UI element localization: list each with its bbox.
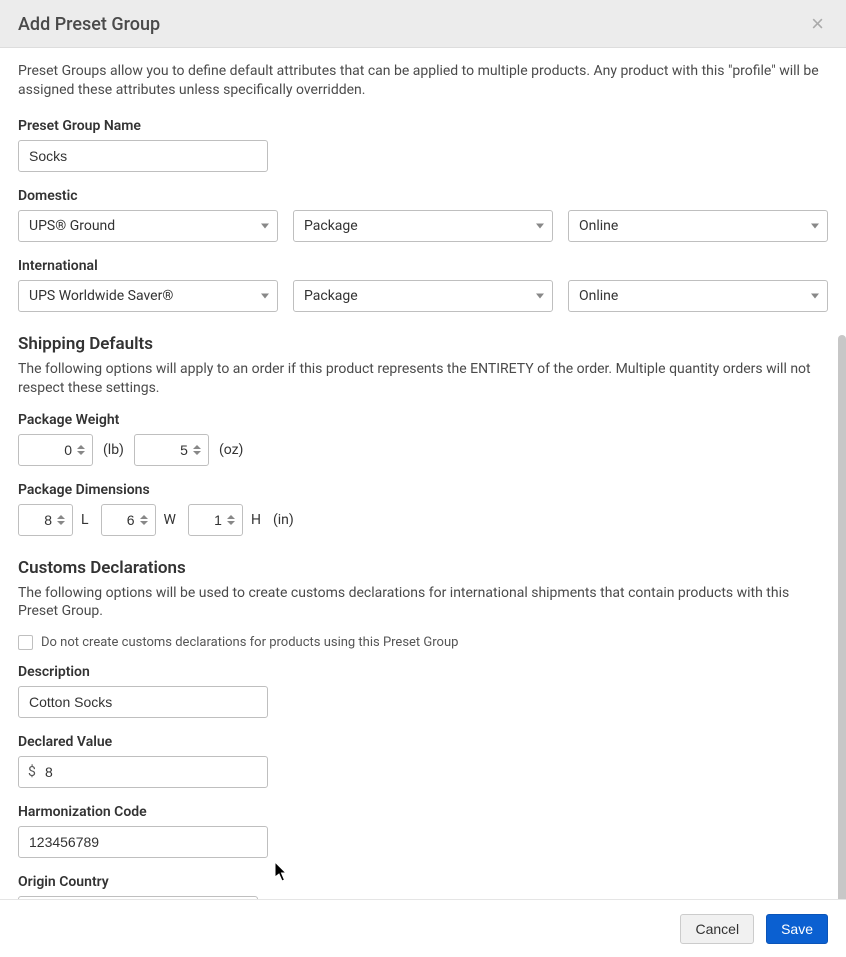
- spinner-up-icon[interactable]: [77, 445, 85, 449]
- origin-country-label: Origin Country: [18, 874, 828, 890]
- spinner-up-icon[interactable]: [193, 445, 201, 449]
- caret-icon: [261, 293, 269, 298]
- spinner-down-icon[interactable]: [57, 521, 65, 525]
- caret-icon: [811, 293, 819, 298]
- dim-l-label: L: [81, 512, 89, 528]
- harmonization-input[interactable]: [18, 826, 268, 858]
- spinner-down-icon[interactable]: [193, 451, 201, 455]
- spinner-buttons[interactable]: [77, 438, 89, 462]
- spinner-down-icon[interactable]: [140, 521, 148, 525]
- unit-lb: (lb): [103, 442, 124, 458]
- scrollbar-thumb[interactable]: [838, 335, 846, 950]
- weight-oz-input[interactable]: [134, 434, 209, 466]
- no-customs-checkbox[interactable]: [18, 635, 33, 650]
- domestic-carrier-select[interactable]: UPS® Ground: [18, 210, 278, 242]
- intro-text: Preset Groups allow you to define defaul…: [18, 62, 828, 100]
- unit-oz: (oz): [219, 442, 244, 458]
- spinner-buttons[interactable]: [227, 508, 239, 532]
- unit-in: (in): [273, 512, 294, 528]
- declared-value-label: Declared Value: [18, 734, 828, 750]
- international-package-select[interactable]: Package: [293, 280, 553, 312]
- caret-icon: [811, 223, 819, 228]
- spinner-down-icon[interactable]: [227, 521, 235, 525]
- international-carrier-select[interactable]: UPS Worldwide Saver®: [18, 280, 278, 312]
- shipping-defaults-title: Shipping Defaults: [18, 334, 828, 354]
- save-button[interactable]: Save: [766, 914, 828, 944]
- international-carrier-value: UPS Worldwide Saver®: [29, 288, 173, 304]
- modal-body: Preset Groups allow you to define defaul…: [0, 48, 846, 900]
- international-confirm-select[interactable]: Online: [568, 280, 828, 312]
- declared-value-input[interactable]: [18, 756, 268, 788]
- domestic-label: Domestic: [18, 188, 828, 204]
- harmonization-label: Harmonization Code: [18, 804, 828, 820]
- caret-icon: [261, 223, 269, 228]
- shipping-defaults-desc: The following options will apply to an o…: [18, 360, 828, 398]
- no-customs-label: Do not create customs declarations for p…: [41, 635, 458, 650]
- domestic-package-value: Package: [304, 218, 358, 234]
- package-dimensions-label: Package Dimensions: [18, 482, 828, 498]
- customs-desc: The following options will be used to cr…: [18, 584, 828, 622]
- spinner-up-icon[interactable]: [140, 515, 148, 519]
- spinner-down-icon[interactable]: [77, 451, 85, 455]
- spinner-buttons[interactable]: [57, 508, 69, 532]
- scrollbar[interactable]: [838, 335, 846, 950]
- domestic-carrier-value: UPS® Ground: [29, 218, 115, 234]
- dim-l-input[interactable]: [18, 504, 73, 536]
- modal-footer: Cancel Save: [0, 899, 846, 957]
- dim-w-input[interactable]: [101, 504, 156, 536]
- modal-title: Add Preset Group: [18, 14, 160, 35]
- domestic-confirm-value: Online: [579, 218, 618, 234]
- weight-lb-input[interactable]: [18, 434, 93, 466]
- close-button[interactable]: ×: [807, 13, 828, 35]
- dim-h-label: H: [251, 512, 261, 528]
- spinner-up-icon[interactable]: [227, 515, 235, 519]
- customs-description-input[interactable]: [18, 686, 268, 718]
- cancel-button[interactable]: Cancel: [680, 914, 754, 944]
- preset-group-name-label: Preset Group Name: [18, 118, 828, 134]
- domestic-package-select[interactable]: Package: [293, 210, 553, 242]
- international-label: International: [18, 258, 828, 274]
- international-confirm-value: Online: [579, 288, 618, 304]
- customs-title: Customs Declarations: [18, 558, 828, 578]
- domestic-confirm-select[interactable]: Online: [568, 210, 828, 242]
- currency-prefix: $: [28, 756, 36, 788]
- dim-w-label: W: [164, 512, 176, 528]
- international-package-value: Package: [304, 288, 358, 304]
- dim-h-input[interactable]: [188, 504, 243, 536]
- spinner-buttons[interactable]: [140, 508, 152, 532]
- caret-icon: [536, 223, 544, 228]
- customs-description-label: Description: [18, 664, 828, 680]
- modal-header: Add Preset Group ×: [0, 0, 846, 48]
- spinner-buttons[interactable]: [193, 438, 205, 462]
- close-icon: ×: [811, 11, 824, 36]
- caret-icon: [536, 293, 544, 298]
- package-weight-label: Package Weight: [18, 412, 828, 428]
- preset-group-name-input[interactable]: [18, 140, 268, 172]
- spinner-up-icon[interactable]: [57, 515, 65, 519]
